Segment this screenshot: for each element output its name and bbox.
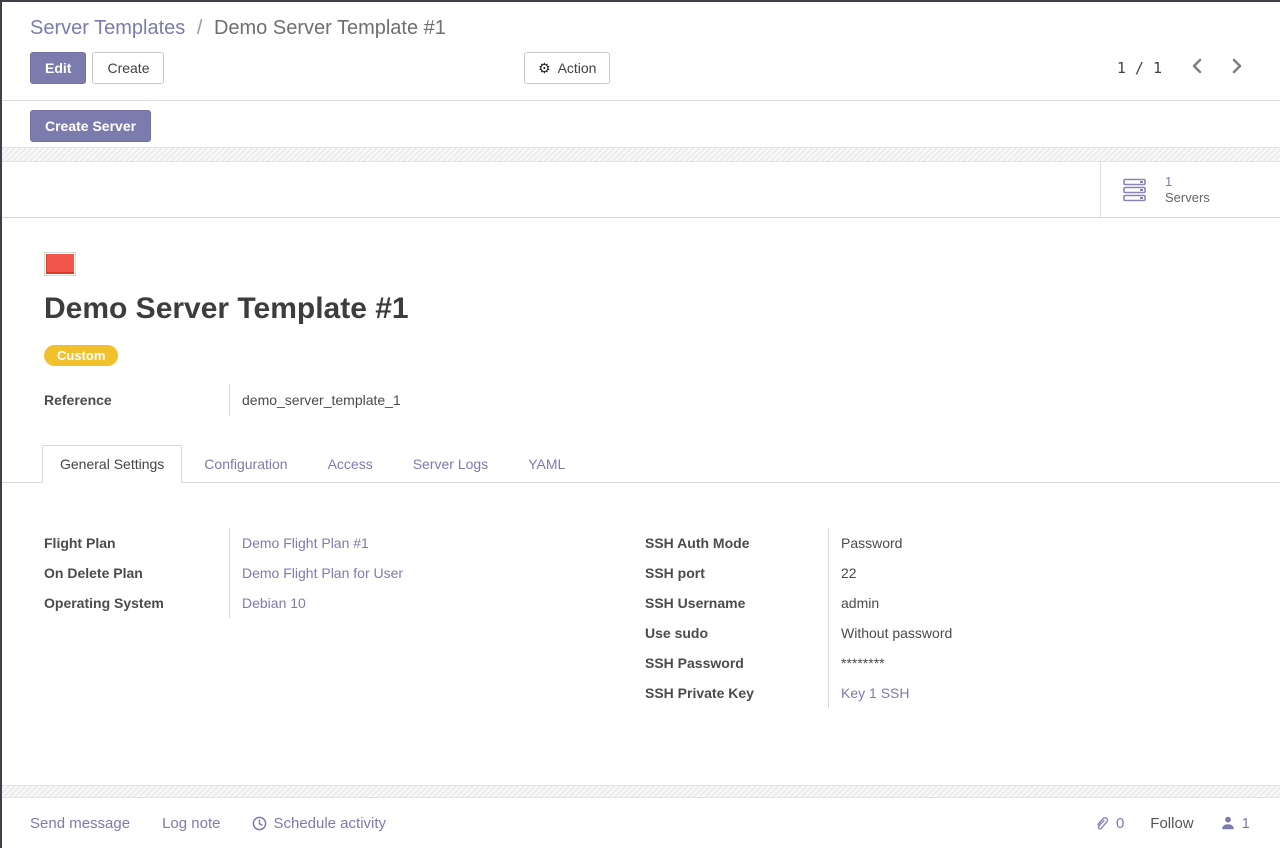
tab-general-settings[interactable]: General Settings: [42, 445, 182, 483]
field-label-ssh-password: SSH Password: [645, 648, 829, 678]
tab-configuration[interactable]: Configuration: [186, 445, 305, 483]
field-value-on-delete-plan[interactable]: Demo Flight Plan for User: [242, 565, 403, 581]
reference-label: Reference: [44, 384, 230, 416]
field-value-ssh-port: 22: [829, 558, 1245, 588]
field-label-flight-plan: Flight Plan: [44, 528, 230, 558]
servers-label: Servers: [1165, 190, 1210, 206]
servers-count: 1: [1165, 174, 1210, 190]
record-image[interactable]: [44, 252, 76, 276]
gear-icon: ⚙︎: [538, 59, 551, 77]
field-value-ssh-username: admin: [829, 588, 1245, 618]
field-label-ssh-username: SSH Username: [645, 588, 829, 618]
pager-next-button[interactable]: [1225, 56, 1250, 79]
chatter-status: 0 Follow 1: [1094, 815, 1250, 832]
action-button-label: Action: [558, 59, 597, 77]
attachments-count: 0: [1116, 815, 1124, 832]
field-label-on-delete-plan: On Delete Plan: [44, 558, 230, 588]
field-value-use-sudo: Without password: [829, 618, 1245, 648]
breadcrumb: Server Templates / Demo Server Template …: [30, 13, 1252, 43]
field-label-operating-system: Operating System: [44, 588, 230, 618]
action-menu-button[interactable]: ⚙︎ Action: [524, 52, 610, 84]
breadcrumb-separator: /: [197, 17, 203, 39]
field-label-ssh-private-key: SSH Private Key: [645, 678, 829, 708]
log-note-link[interactable]: Log note: [162, 815, 220, 832]
followers-count: 1: [1242, 815, 1250, 832]
breadcrumb-parent-link[interactable]: Server Templates: [30, 17, 185, 39]
breadcrumb-current: Demo Server Template #1: [214, 17, 446, 39]
chatter-bar: Send message Log note Schedule activity …: [2, 798, 1280, 848]
create-button[interactable]: Create: [92, 52, 164, 84]
field-value-operating-system[interactable]: Debian 10: [242, 595, 306, 611]
paperclip-icon: [1094, 815, 1110, 832]
tab-server-logs[interactable]: Server Logs: [395, 445, 506, 483]
reference-field-row: Reference demo_server_template_1: [44, 384, 604, 416]
chevron-left-icon: [1190, 58, 1203, 74]
record-image-fill: [46, 254, 74, 274]
followers-button[interactable]: 1: [1220, 815, 1250, 832]
field-value-ssh-password: ********: [829, 648, 1245, 678]
field-value-flight-plan[interactable]: Demo Flight Plan #1: [242, 535, 369, 551]
user-icon: [1220, 815, 1236, 831]
field-label-ssh-port: SSH port: [645, 558, 829, 588]
schedule-activity-link[interactable]: Schedule activity: [252, 815, 386, 832]
field-value-ssh-auth-mode: Password: [829, 528, 1245, 558]
pager-value: 1 / 1: [1117, 59, 1162, 77]
control-panel-buttons: Edit Create ⚙︎ Action 1 / 1: [30, 52, 1252, 84]
field-group-right: SSH Auth Mode Password SSH port 22 SSH U…: [645, 528, 1245, 708]
attachments-button[interactable]: 0: [1094, 815, 1124, 832]
create-server-button[interactable]: Create Server: [30, 110, 151, 142]
servers-stat-button[interactable]: 1 Servers: [1100, 162, 1280, 217]
object-buttons-row: Create Server: [2, 101, 1280, 147]
button-box: 1 Servers: [2, 162, 1280, 218]
send-message-link[interactable]: Send message: [30, 815, 130, 832]
stat-button-text: 1 Servers: [1165, 174, 1210, 206]
edit-button[interactable]: Edit: [30, 52, 86, 84]
field-label-use-sudo: Use sudo: [645, 618, 829, 648]
server-template-form-view: Server Templates / Demo Server Template …: [0, 0, 1280, 848]
schedule-activity-label: Schedule activity: [273, 815, 386, 832]
pager-nav: [1184, 56, 1250, 79]
servers-icon: [1123, 178, 1151, 202]
tab-access[interactable]: Access: [310, 445, 391, 483]
sheet-top-edge: [2, 147, 1280, 162]
field-value-ssh-private-key[interactable]: Key 1 SSH: [841, 685, 909, 701]
follow-button[interactable]: Follow: [1150, 815, 1193, 832]
tab-yaml[interactable]: YAML: [510, 445, 583, 483]
field-group-left: Flight Plan Demo Flight Plan #1 On Delet…: [44, 528, 604, 618]
chatter-actions: Send message Log note Schedule activity: [30, 815, 386, 832]
control-panel: Server Templates / Demo Server Template …: [2, 2, 1280, 101]
notebook-tabs: General Settings Configuration Access Se…: [2, 444, 1280, 483]
pager: 1 / 1: [1117, 56, 1250, 79]
reference-value: demo_server_template_1: [230, 384, 604, 416]
record-title: Demo Server Template #1: [44, 292, 409, 326]
clock-icon: [252, 816, 267, 831]
custom-badge: Custom: [44, 345, 118, 366]
chevron-right-icon: [1231, 58, 1244, 74]
pager-previous-button[interactable]: [1184, 56, 1209, 79]
sheet-bottom-edge: [2, 785, 1280, 798]
form-sheet: Demo Server Template #1 Custom Reference…: [2, 218, 1280, 785]
field-label-ssh-auth-mode: SSH Auth Mode: [645, 528, 829, 558]
